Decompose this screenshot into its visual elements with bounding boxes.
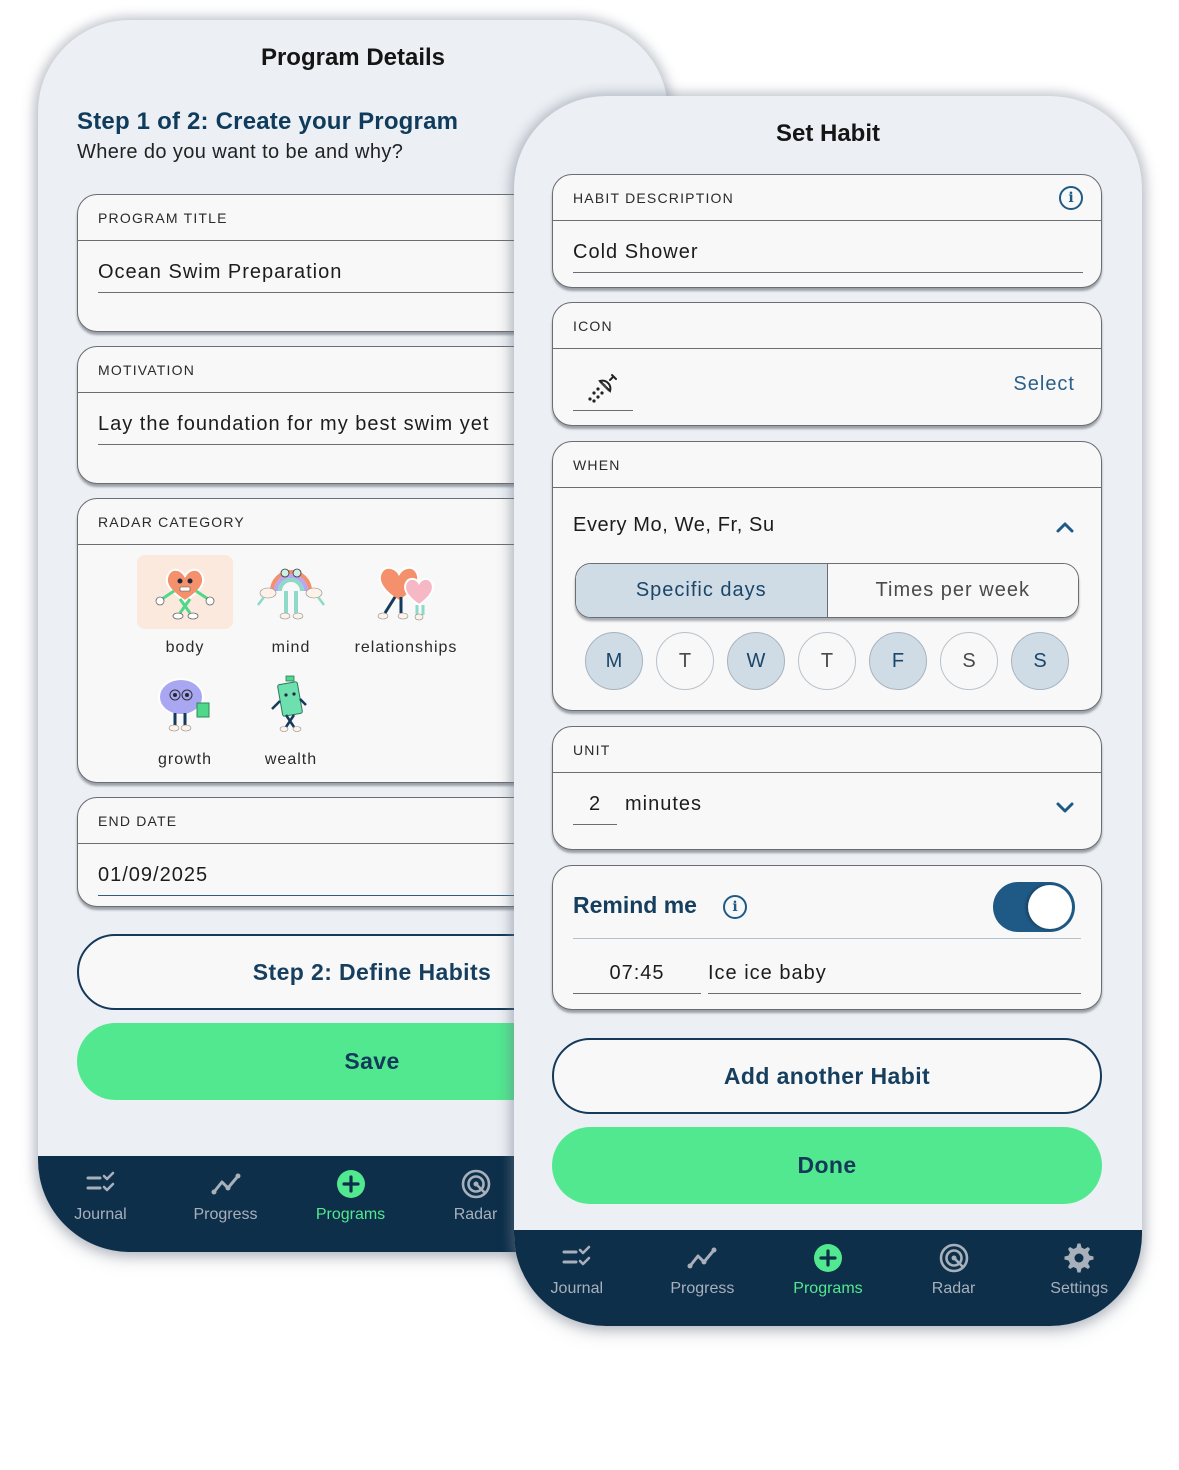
page-title: Set Habit [775, 120, 880, 147]
tab-radar[interactable]: Radar [891, 1230, 1017, 1326]
info-icon[interactable]: i [1059, 186, 1083, 210]
reminder-time-input[interactable]: 07:45 [573, 962, 701, 994]
day-friday[interactable]: F [869, 632, 927, 690]
journal-checklist-icon [86, 1171, 114, 1192]
icon-preview[interactable] [573, 365, 633, 411]
toggle-knob [1028, 885, 1072, 929]
habit-description-value: Cold Shower [573, 241, 699, 263]
step-heading: Step 1 of 2: Create your Program [77, 108, 459, 135]
radar-target-icon [939, 1243, 968, 1273]
radar-target-icon [461, 1169, 490, 1199]
day-monday[interactable]: M [585, 632, 643, 690]
remind-card: Remind me i 07:45 Ice ice baby [552, 865, 1102, 1010]
progress-line-icon [687, 1247, 717, 1269]
day-selector: M T W T F S S [585, 632, 1069, 690]
unit-type-select[interactable]: minutes [625, 793, 702, 816]
money-character-icon [243, 667, 339, 741]
remind-me-label: Remind me [573, 892, 697, 918]
tab-label: Programs [315, 1206, 386, 1223]
heart-character-icon [137, 555, 233, 629]
tab-label: Programs [793, 1280, 863, 1297]
tab-label: Radar [453, 1206, 498, 1223]
when-label: WHEN [553, 442, 1101, 488]
tab-label: Progress [193, 1206, 258, 1223]
day-sunday[interactable]: S [1011, 632, 1069, 690]
define-habits-button-label: Step 2: Define Habits [252, 958, 492, 985]
tab-label: Journal [74, 1206, 127, 1223]
hugging-hearts-icon [358, 555, 454, 629]
chevron-up-icon[interactable] [1055, 520, 1075, 534]
progress-line-icon [211, 1173, 240, 1195]
tab-progress[interactable]: Progress [163, 1156, 288, 1252]
icon-card: ICON Select [552, 302, 1102, 426]
tab-label: Progress [670, 1280, 735, 1297]
divider [573, 938, 1081, 939]
bottom-tab-bar: Journal Progress Programs Radar Settings [514, 1230, 1142, 1326]
tab-label: Settings [1050, 1280, 1109, 1297]
plus-circle-icon [813, 1244, 842, 1272]
select-icon-link[interactable]: Select [1013, 373, 1075, 396]
radar-option-growth[interactable]: growth [130, 667, 240, 769]
habit-description-input[interactable]: Cold Shower [573, 241, 1083, 273]
day-tuesday[interactable]: T [656, 632, 714, 690]
tab-label: Radar [931, 1280, 976, 1297]
tab-journal[interactable]: Journal [514, 1230, 640, 1326]
radar-option-label: wealth [264, 751, 318, 768]
radar-option-mind[interactable]: mind [236, 555, 346, 657]
reminder-message-input[interactable]: Ice ice baby [708, 962, 1081, 994]
brain-reading-icon [137, 667, 233, 741]
add-habit-button[interactable]: Add another Habit [552, 1038, 1102, 1114]
remind-toggle[interactable] [993, 882, 1075, 932]
day-wednesday[interactable]: W [727, 632, 785, 690]
step-subheading: Where do you want to be and why? [77, 141, 404, 163]
day-thursday[interactable]: T [798, 632, 856, 690]
radar-option-label: body [165, 639, 205, 656]
chevron-down-icon[interactable] [1055, 801, 1075, 815]
journal-checklist-icon [562, 1245, 591, 1266]
page-title: Program Details [260, 44, 446, 71]
done-button[interactable]: Done [552, 1127, 1102, 1204]
tab-progress[interactable]: Progress [640, 1230, 766, 1326]
rainbow-character-icon [243, 555, 339, 629]
mode-specific-days[interactable]: Specific days [576, 564, 828, 617]
when-summary[interactable]: Every Mo, We, Fr, Su [573, 514, 775, 537]
icon-label: ICON [553, 303, 1101, 349]
mode-times-per-week[interactable]: Times per week [827, 564, 1078, 617]
unit-label: UNIT [553, 727, 1101, 773]
radar-option-body[interactable]: body [130, 555, 240, 657]
radar-option-relationships[interactable]: relationships [341, 555, 471, 657]
tab-settings[interactable]: Settings [1016, 1230, 1142, 1326]
unit-card: UNIT 2 minutes [552, 726, 1102, 850]
radar-option-label: growth [157, 751, 213, 768]
frequency-mode-toggle: Specific days Times per week [575, 563, 1079, 618]
habit-description-label: HABIT DESCRIPTION [553, 175, 1101, 221]
reminder-time-value: 07:45 [609, 962, 665, 984]
set-habit-screen: Set Habit HABIT DESCRIPTION i Cold Showe… [514, 96, 1142, 1326]
info-icon[interactable]: i [723, 895, 747, 919]
radar-option-label: mind [271, 639, 311, 656]
tab-journal[interactable]: Journal [38, 1156, 163, 1252]
unit-amount-input[interactable]: 2 [573, 793, 617, 825]
shower-icon [588, 373, 617, 403]
radar-option-wealth[interactable]: wealth [236, 667, 346, 769]
day-saturday[interactable]: S [940, 632, 998, 690]
gear-icon [1064, 1243, 1094, 1273]
save-button-label: Save [344, 1048, 400, 1074]
tab-programs[interactable]: Programs [288, 1156, 413, 1252]
tab-programs[interactable]: Programs [765, 1230, 891, 1326]
radar-option-label: relationships [354, 639, 458, 656]
habit-description-card: HABIT DESCRIPTION i Cold Shower [552, 174, 1102, 288]
tab-label: Journal [550, 1280, 604, 1297]
reminder-message-value: Ice ice baby [708, 962, 827, 984]
plus-circle-icon [336, 1170, 365, 1198]
when-card: WHEN Every Mo, We, Fr, Su Specific days … [552, 441, 1102, 711]
unit-amount-value: 2 [588, 793, 602, 815]
